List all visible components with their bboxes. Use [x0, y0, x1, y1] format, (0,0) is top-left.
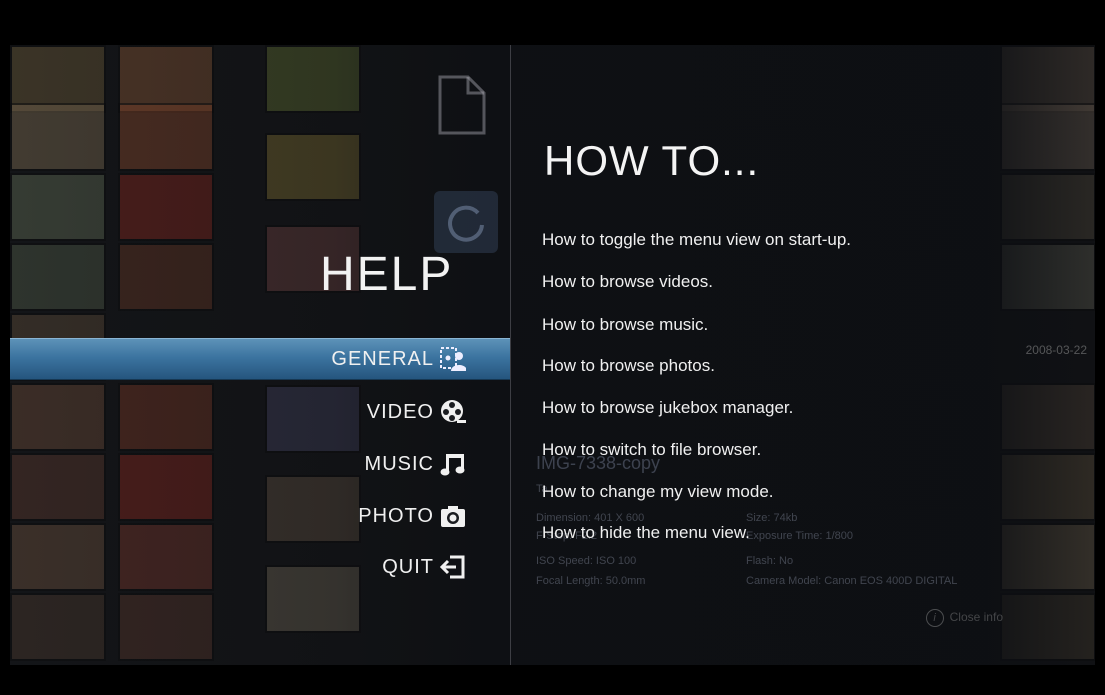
- camera-icon: [440, 503, 466, 529]
- help-title: HELP: [320, 248, 454, 301]
- panel-divider: [510, 45, 511, 665]
- menu-item-photo[interactable]: PHOTO: [10, 495, 510, 537]
- general-icon: [440, 346, 466, 372]
- menu-item-quit-label: QUIT: [382, 555, 434, 578]
- ghost-camera: Camera Model: Canon EOS 400D DIGITAL: [746, 575, 958, 587]
- document-icon: [434, 73, 498, 135]
- refresh-icon: [434, 191, 498, 253]
- film-reel-icon: [440, 399, 466, 425]
- howto-link-browse-music[interactable]: How to browse music.: [542, 315, 708, 335]
- ghost-close-info: i Close info: [925, 609, 1003, 627]
- menu-item-video-label: VIDEO: [366, 400, 434, 423]
- menu-item-photo-label: PHOTO: [358, 504, 434, 527]
- menu-item-general[interactable]: GENERAL: [10, 338, 510, 380]
- exit-icon: [440, 554, 466, 580]
- menu-item-music[interactable]: MUSIC: [10, 443, 510, 485]
- howto-link-jukebox-manager[interactable]: How to browse jukebox manager.: [542, 398, 793, 418]
- howto-link-file-browser[interactable]: How to switch to file browser.: [542, 440, 761, 460]
- ghost-date: 2008-03-22: [1025, 343, 1087, 357]
- menu-item-music-label: MUSIC: [364, 452, 434, 475]
- menu-item-general-label: GENERAL: [331, 347, 434, 370]
- ghost-exposure: Exposure Time: 1/800: [746, 530, 854, 542]
- music-note-icon: [440, 451, 466, 477]
- howto-link-view-mode[interactable]: How to change my view mode.: [542, 482, 774, 502]
- media-player-screen: IMG-7338-copy Ta Dimension: 401 X 600 Si…: [10, 45, 1095, 665]
- howto-link-browse-videos[interactable]: How to browse videos.: [542, 272, 713, 292]
- howto-title: HOW TO...: [544, 137, 760, 184]
- ghost-size: Size: 74kb: [746, 512, 798, 524]
- ghost-iso: ISO Speed: ISO 100: [536, 555, 637, 567]
- ghost-close-info-label: Close info: [949, 610, 1003, 624]
- howto-link-browse-photos[interactable]: How to browse photos.: [542, 356, 715, 376]
- howto-link-hide-menu[interactable]: How to hide the menu view.: [542, 523, 750, 543]
- ghost-flash: Flash: No: [746, 555, 794, 567]
- menu-item-quit[interactable]: QUIT: [10, 546, 510, 588]
- howto-link-toggle-menu-startup[interactable]: How to toggle the menu view on start-up.: [542, 230, 851, 250]
- ghost-focal: Focal Length: 50.0mm: [536, 575, 646, 587]
- info-icon: i: [925, 609, 944, 627]
- menu-item-video[interactable]: VIDEO: [10, 391, 510, 433]
